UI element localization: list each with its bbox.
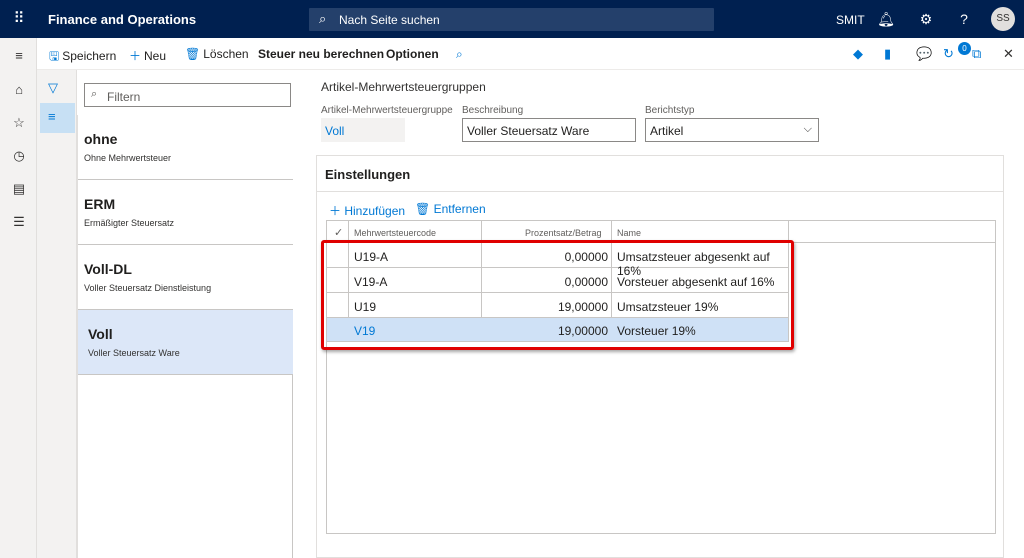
bell-icon[interactable]: 🔔︎ <box>877 10 895 28</box>
list-item-subtitle: Voller Steuersatz Ware <box>88 348 180 358</box>
trash-icon: 🗑 <box>415 202 434 216</box>
settings-card: Einstellungen ＋ Hinzufügen 🗑 Entfernen ✓… <box>316 155 1004 558</box>
list-item-title: ERM <box>84 196 116 212</box>
plus-icon: ＋ <box>329 204 345 218</box>
list-item-selected[interactable]: Voll Voller Steuersatz Ware <box>78 310 293 375</box>
search-placeholder: Nach Seite suchen <box>339 13 440 27</box>
save-icon: 🖫 <box>49 49 60 63</box>
column-header-rate[interactable]: Prozentsatz/Betrag <box>525 228 602 238</box>
remove-button[interactable]: 🗑 Entfernen <box>415 202 486 216</box>
search-box[interactable]: ⌕ Nach Seite suchen <box>309 8 714 31</box>
column-header-code[interactable]: Mehrwertsteuercode <box>354 228 436 238</box>
select-all-checkbox[interactable]: ✓ <box>334 226 343 239</box>
record-list: ohne Ohne Mehrwertsteuer ERM Ermäßigter … <box>77 115 293 558</box>
page-title: Artikel-Mehrwertsteuergruppen <box>321 80 486 94</box>
home-icon[interactable]: ⌂ <box>10 82 28 100</box>
modules-icon[interactable]: ☰ <box>10 214 28 232</box>
search-icon: ⌕ <box>319 11 327 26</box>
column-header-name[interactable]: Name <box>617 228 641 238</box>
filter-input[interactable]: ⌕ Filtern <box>84 83 291 107</box>
hamburger-icon[interactable]: ≡ <box>10 48 28 66</box>
group-label: Artikel-Mehrwertsteuergruppe <box>321 105 453 116</box>
recalc-tax-button[interactable]: Steuer neu berechnen <box>258 47 384 61</box>
notification-badge: 0 <box>958 42 971 55</box>
app-title[interactable]: Finance and Operations <box>48 12 196 27</box>
new-button[interactable]: ＋ Neu <box>129 47 166 64</box>
filter-icon[interactable]: ▽ <box>48 80 58 96</box>
group-field[interactable]: Voll <box>321 118 405 142</box>
avatar[interactable]: SS <box>991 7 1015 31</box>
open-new-window-icon[interactable]: ⧉ <box>972 46 981 62</box>
list-item[interactable]: ohne Ohne Mehrwertsteuer <box>78 115 293 180</box>
trash-icon: 🗑 <box>185 47 201 61</box>
gear-icon[interactable]: ⚙ <box>917 10 935 28</box>
action-pane: 🖫 Speichern ＋ Neu 🗑 Löschen Steuer neu bere… <box>37 38 1024 70</box>
plus-icon: ＋ <box>129 49 142 63</box>
options-button[interactable]: Optionen <box>386 47 439 61</box>
nav-rail: ≡ ⌂ ☆ ◷ ▤ ☰ <box>0 38 37 558</box>
close-icon[interactable]: ✕ <box>1003 46 1014 62</box>
settings-title: Einstellungen <box>325 167 411 182</box>
list-item-title: Voll-DL <box>84 261 132 277</box>
office-icon[interactable]: ▮ <box>884 46 891 62</box>
list-item[interactable]: Voll-DL Voller Steuersatz Dienstleistung <box>78 245 293 310</box>
highlight-box <box>321 240 794 350</box>
list-item-subtitle: Ohne Mehrwertsteuer <box>84 153 172 163</box>
list-icon[interactable]: ≡ <box>48 109 56 124</box>
search-icon: ⌕ <box>91 88 98 100</box>
list-rail: ▽ ≡ <box>37 70 77 558</box>
list-item-title: Voll <box>88 326 113 342</box>
list-item-title: ohne <box>84 131 118 147</box>
refresh-icon[interactable]: ↻ <box>943 46 954 62</box>
search-icon[interactable]: ⌕ <box>456 47 463 62</box>
chevron-down-icon: ⌵ <box>803 123 812 135</box>
save-button[interactable]: 🖫 Speichern <box>49 47 116 68</box>
settings-header[interactable]: Einstellungen <box>317 156 1003 192</box>
list-view-toggle[interactable] <box>40 103 75 133</box>
diamond-icon[interactable]: ◆ <box>853 46 863 62</box>
description-label: Beschreibung <box>462 105 524 116</box>
list-item[interactable]: ERM Ermäßigter Steuersatz <box>78 180 293 245</box>
filter-placeholder: Filtern <box>107 90 141 104</box>
list-item-subtitle: Voller Steuersatz Dienstleistung <box>84 283 212 293</box>
delete-button[interactable]: 🗑 Löschen <box>185 47 249 61</box>
company-picker[interactable]: SMIT <box>836 13 865 27</box>
top-bar: ⠿ Finance and Operations ⌕ Nach Seite su… <box>0 0 1024 38</box>
report-type-select[interactable]: Artikel ⌵ <box>645 118 819 142</box>
clock-icon[interactable]: ◷ <box>10 148 28 166</box>
report-type-label: Berichtstyp <box>645 105 695 116</box>
add-button[interactable]: ＋ Hinzufügen <box>329 202 405 219</box>
app-launcher-icon[interactable]: ⠿ <box>10 10 28 28</box>
help-icon[interactable]: ? <box>955 10 973 28</box>
description-field[interactable]: Voller Steuersatz Ware <box>462 118 636 142</box>
star-icon[interactable]: ☆ <box>10 115 28 133</box>
workspace-icon[interactable]: ▤ <box>10 181 28 199</box>
report-type-value: Artikel <box>650 124 684 138</box>
notification-icon[interactable]: 💬 <box>916 46 932 62</box>
list-item-subtitle: Ermäßigter Steuersatz <box>84 218 175 228</box>
